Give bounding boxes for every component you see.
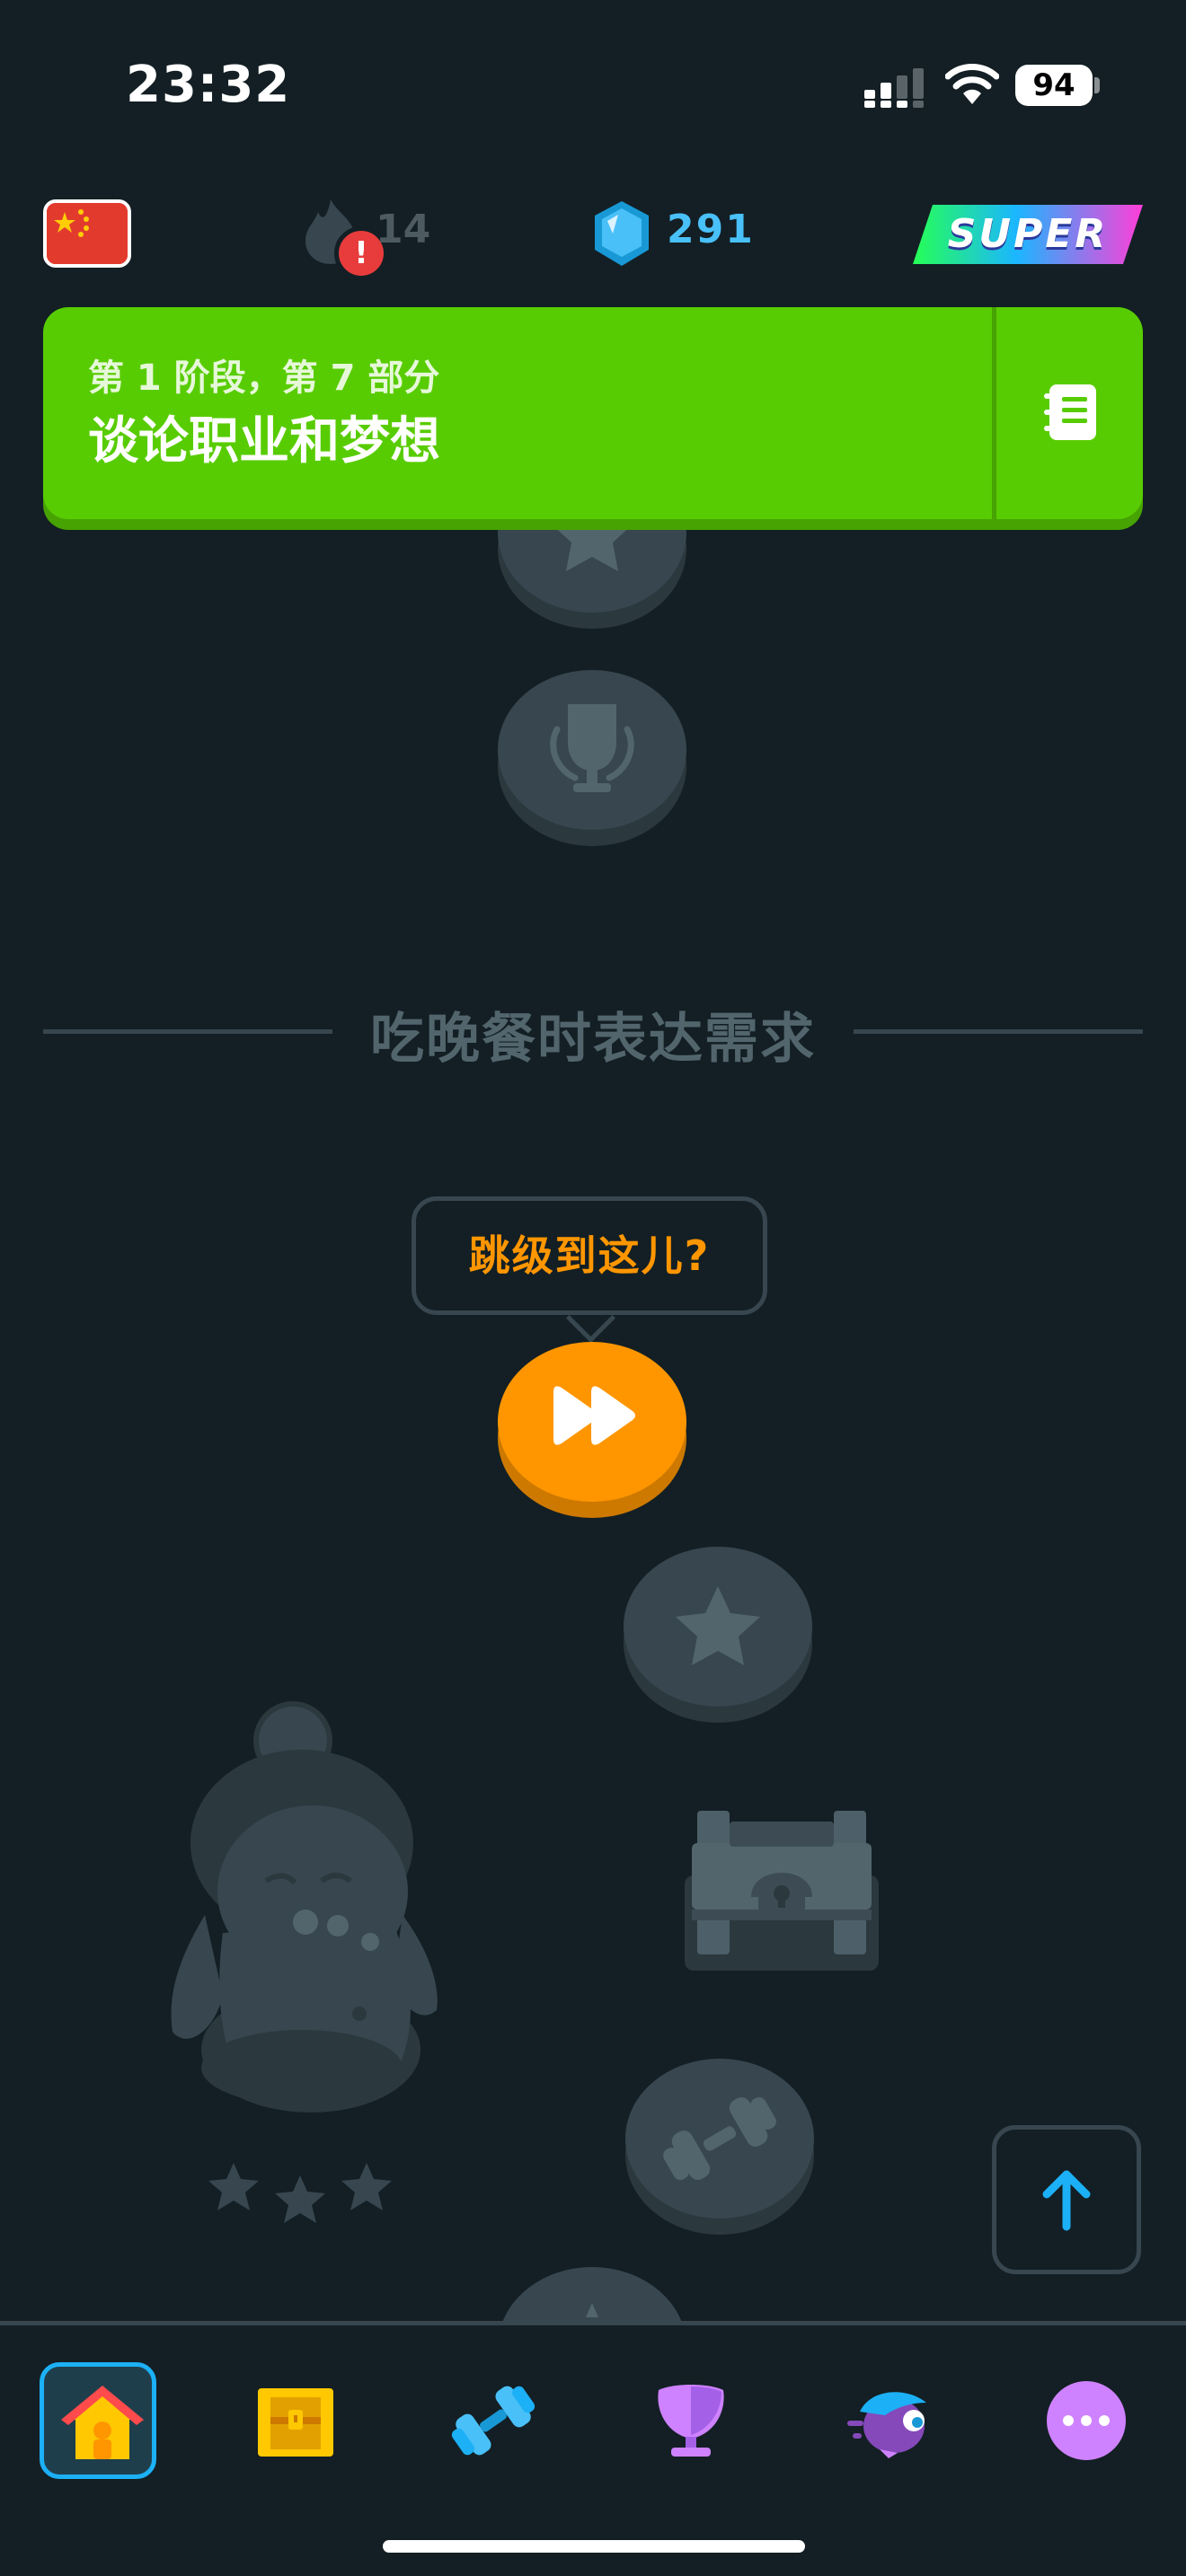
unit-title: 谈论职业和梦想 — [88, 412, 440, 471]
status-time: 23:32 — [126, 56, 291, 114]
nav-practice[interactable] — [435, 2362, 552, 2479]
unit-banner[interactable]: 第 1 阶段，第 7 部分 谈论职业和梦想 — [43, 307, 1143, 519]
home-indicator — [383, 2540, 805, 2553]
course-flag-button[interactable] — [43, 199, 131, 268]
scroll-to-current-button[interactable] — [992, 2125, 1141, 2274]
streak-count: 14 — [376, 207, 431, 252]
treasure-chest-icon — [258, 2388, 333, 2457]
practice-node[interactable] — [625, 2059, 814, 2235]
guidebook-button[interactable] — [997, 307, 1143, 519]
unit-subtitle: 第 1 阶段，第 7 部分 — [88, 357, 440, 399]
nav-leaderboard[interactable] — [633, 2362, 749, 2479]
more-icon — [1047, 2381, 1126, 2460]
trophy-icon — [658, 2385, 724, 2457]
streak-button[interactable]: ! 14 — [296, 194, 440, 280]
chest-icon[interactable] — [683, 1811, 881, 1972]
wifi-icon — [945, 64, 999, 104]
nav-learn[interactable] — [40, 2362, 156, 2479]
lesson-node-partial[interactable] — [498, 2267, 686, 2321]
jump-tooltip[interactable]: 跳级到这儿? — [412, 1196, 767, 1315]
dumbbell-icon — [663, 2096, 776, 2181]
banner-divider — [992, 307, 996, 519]
gems-button[interactable]: 291 — [589, 194, 769, 275]
lesson-node-star[interactable] — [624, 1547, 812, 1723]
nav-characters[interactable] — [830, 2362, 947, 2479]
notebook-icon — [1044, 384, 1096, 440]
battery-level: 94 — [1015, 65, 1093, 106]
home-icon — [61, 2386, 144, 2459]
dumbbell-icon — [451, 2386, 535, 2456]
super-button[interactable]: SUPER — [913, 205, 1143, 264]
character-stars — [208, 2163, 392, 2223]
jump-tooltip-text: 跳级到这儿? — [468, 1231, 711, 1280]
battery-indicator: 94 — [1015, 65, 1102, 108]
bottom-nav-divider — [0, 2321, 1186, 2325]
arrow-up-icon — [1042, 2170, 1091, 2231]
china-flag-icon — [47, 203, 128, 264]
super-label: SUPER — [947, 211, 1109, 257]
jump-here-node[interactable] — [498, 1342, 686, 1518]
bird-icon — [847, 2392, 926, 2458]
nav-chest[interactable] — [237, 2362, 354, 2479]
gems-count: 291 — [667, 207, 755, 252]
section-title: 吃晚餐时表达需求 — [370, 1008, 816, 1071]
gem-icon — [595, 201, 649, 266]
trophy-icon — [550, 704, 634, 792]
star-icon — [676, 1586, 760, 1665]
character-illustration — [171, 1701, 438, 2113]
fast-forward-icon — [553, 1386, 635, 1445]
cellular-signal-icon — [864, 68, 924, 108]
nav-more[interactable] — [1028, 2362, 1145, 2479]
unit-trophy-node[interactable] — [498, 670, 686, 846]
star-icon — [586, 2303, 598, 2317]
